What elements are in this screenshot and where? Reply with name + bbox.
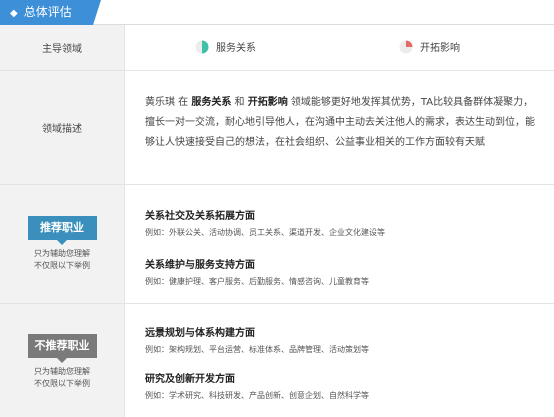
note-line-1: 只为辅助您理解 [34, 366, 90, 376]
section-tab[interactable]: ◆ 总体评估 [0, 0, 101, 25]
domain-content: 服务关系 开拓影响 [125, 25, 554, 70]
domain-name: 开拓影响 [420, 43, 460, 54]
description-content: 黄乐琪 在 服务关系 和 开拓影响 领域能够更好地发挥其优势，TA比较具备群体凝… [125, 71, 554, 184]
description-label-cell: 领域描述 [0, 71, 125, 184]
domain-row: 主导领域 服务关系 开拓影响 [0, 25, 554, 71]
category-title: 关系维护与服务支持方面 [145, 260, 255, 271]
category-example: 例如：外联公关、活动协调、员工关系、渠道开发、企业文化建设等 [145, 228, 385, 237]
category-example: 例如：学术研究、科技研发、产品创新、创意企划、自然科学等 [145, 391, 369, 400]
not-recommended-content: 远景规划与体系构建方面 例如：架构规划、平台运营、标准体系、品牌管理、活动策划等… [125, 304, 554, 417]
category-title: 研究及创新开发方面 [145, 374, 235, 385]
section-title: 总体评估 [23, 5, 72, 19]
section-header: ◆ 总体评估 [0, 0, 554, 25]
category-example: 例如：架构规划、平台运营、标准体系、品牌管理、活动策划等 [145, 345, 369, 354]
desc-prefix: 黄乐琪 在 [145, 97, 192, 108]
note-line-1: 只为辅助您理解 [34, 249, 90, 258]
domain-item-influence: 开拓影响 [399, 39, 460, 54]
recommended-content: 关系社交及关系拓展方面 例如：外联公关、活动协调、员工关系、渠道开发、企业文化建… [125, 185, 554, 303]
description-row: 领域描述 黄乐琪 在 服务关系 和 开拓影响 领域能够更好地发挥其优势，TA比较… [0, 71, 554, 185]
diamond-icon: ◆ [10, 8, 18, 19]
domain-name: 服务关系 [216, 43, 256, 54]
quarter-circle-green-icon [195, 40, 209, 53]
desc-and: 和 [231, 97, 248, 108]
domain-label: 主导领域 [42, 44, 82, 55]
quarter-circle-red-icon [399, 40, 413, 53]
recommended-career-tag: 推荐职业 [27, 216, 97, 245]
note-line-2: 不仅限以下举例 [34, 378, 90, 388]
not-recommended-row: 不推荐职业 只为辅助您理解 不仅限以下举例 远景规划与体系构建方面 例如：架构规… [0, 304, 554, 417]
domain-label-cell: 主导领域 [0, 25, 125, 70]
not-recommended-label-cell: 不推荐职业 只为辅助您理解 不仅限以下举例 [0, 304, 125, 417]
note-line-2: 不仅限以下举例 [34, 261, 90, 270]
description-label: 领域描述 [42, 124, 82, 135]
desc-domain-2: 开拓影响 [247, 97, 288, 108]
description-text: 黄乐琪 在 服务关系 和 开拓影响 领域能够更好地发挥其优势，TA比较具备群体凝… [145, 93, 535, 153]
domain-item-service: 服务关系 [195, 39, 256, 54]
category-example: 例如：健康护理、客户服务、后勤服务、情感咨询、儿童教育等 [145, 277, 369, 286]
category-title: 远景规划与体系构建方面 [145, 328, 255, 339]
not-recommended-career-tag: 不推荐职业 [27, 333, 97, 363]
assessment-table: 主导领域 服务关系 开拓影响 领域描述 黄乐琪 在 服务关系 和 开拓影响 领域… [0, 25, 554, 417]
recommended-row: 推荐职业 只为辅助您理解 不仅限以下举例 关系社交及关系拓展方面 例如：外联公关… [0, 185, 554, 304]
desc-domain-1: 服务关系 [191, 97, 232, 108]
category-title: 关系社交及关系拓展方面 [145, 211, 255, 222]
recommended-label-cell: 推荐职业 只为辅助您理解 不仅限以下举例 [0, 185, 125, 303]
